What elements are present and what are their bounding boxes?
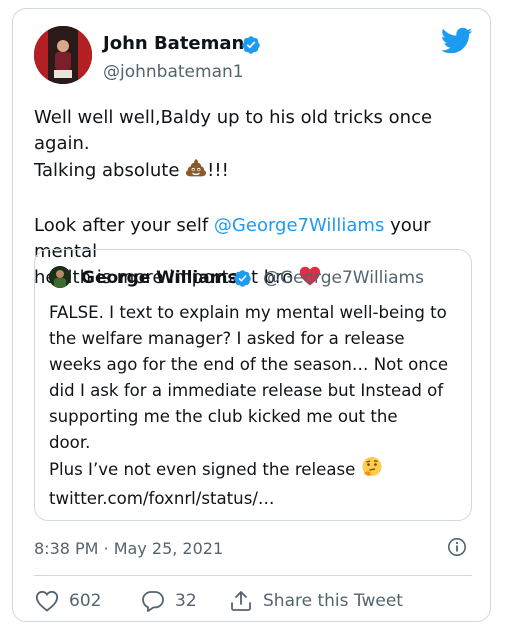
info-icon[interactable] <box>447 537 467 557</box>
poop-emoji-icon <box>185 157 207 187</box>
tweet-line: Talking absolute !!! <box>34 157 484 187</box>
divider <box>34 575 472 576</box>
tweet-blank-line <box>34 187 484 213</box>
quoted-avatar[interactable] <box>49 266 71 288</box>
author-name[interactable]: John Bateman <box>103 33 244 55</box>
quoted-tweet[interactable]: George Williams @George7Williams FALSE. … <box>34 249 472 521</box>
quoted-author-name[interactable]: George Williams <box>81 268 238 288</box>
share-label: Share this Tweet <box>263 591 403 611</box>
mention-link[interactable]: @George7Williams <box>214 215 384 236</box>
tweet-line-text: !!! <box>207 160 229 181</box>
reply-icon <box>142 591 164 612</box>
avatar[interactable] <box>34 26 92 84</box>
tweet-timestamp[interactable]: 8:38 PM · May 25, 2021 <box>34 539 223 559</box>
like-button[interactable]: 602 <box>35 587 101 615</box>
share-icon <box>231 591 251 611</box>
verified-badge-icon <box>234 270 251 287</box>
tweet-line: Well well well,Baldy up to his old trick… <box>34 107 433 154</box>
quoted-line: supporting me the club kicked me out the <box>49 407 398 426</box>
twitter-bird-icon[interactable] <box>441 27 473 55</box>
quoted-line: FALSE. I text to explain my mental well-… <box>49 303 447 322</box>
quoted-line: weeks ago for the end of the season… Not… <box>49 355 449 374</box>
like-count: 602 <box>69 591 102 611</box>
quoted-tweet-text: FALSE. I text to explain my mental well-… <box>49 300 464 512</box>
verified-badge-icon <box>242 36 260 54</box>
quoted-author-handle[interactable]: @George7Williams <box>263 268 424 288</box>
quoted-line: Plus I’ve not even signed the release <box>49 456 464 486</box>
share-button[interactable]: Share this Tweet <box>229 587 403 615</box>
quoted-link[interactable]: twitter.com/foxnrl/status/… <box>49 486 464 512</box>
quoted-line: did I ask for a immediate release but In… <box>49 381 444 400</box>
quoted-line: door. <box>49 433 91 452</box>
thinking-face-emoji-icon <box>361 456 383 486</box>
quoted-line-text: Plus I’ve not even signed the release <box>49 460 356 479</box>
reply-count: 32 <box>175 591 197 611</box>
quoted-line: the welfare manager? I asked for a relea… <box>49 329 405 348</box>
tweet-line-text: Look after your self <box>34 215 209 236</box>
heart-icon <box>35 590 59 612</box>
author-handle[interactable]: @johnbateman1 <box>103 61 244 83</box>
tweet-line-text: Talking absolute <box>34 160 180 181</box>
reply-button[interactable]: 32 <box>141 587 197 615</box>
tweet-card: John Bateman @johnbateman1 Well well wel… <box>12 8 491 622</box>
